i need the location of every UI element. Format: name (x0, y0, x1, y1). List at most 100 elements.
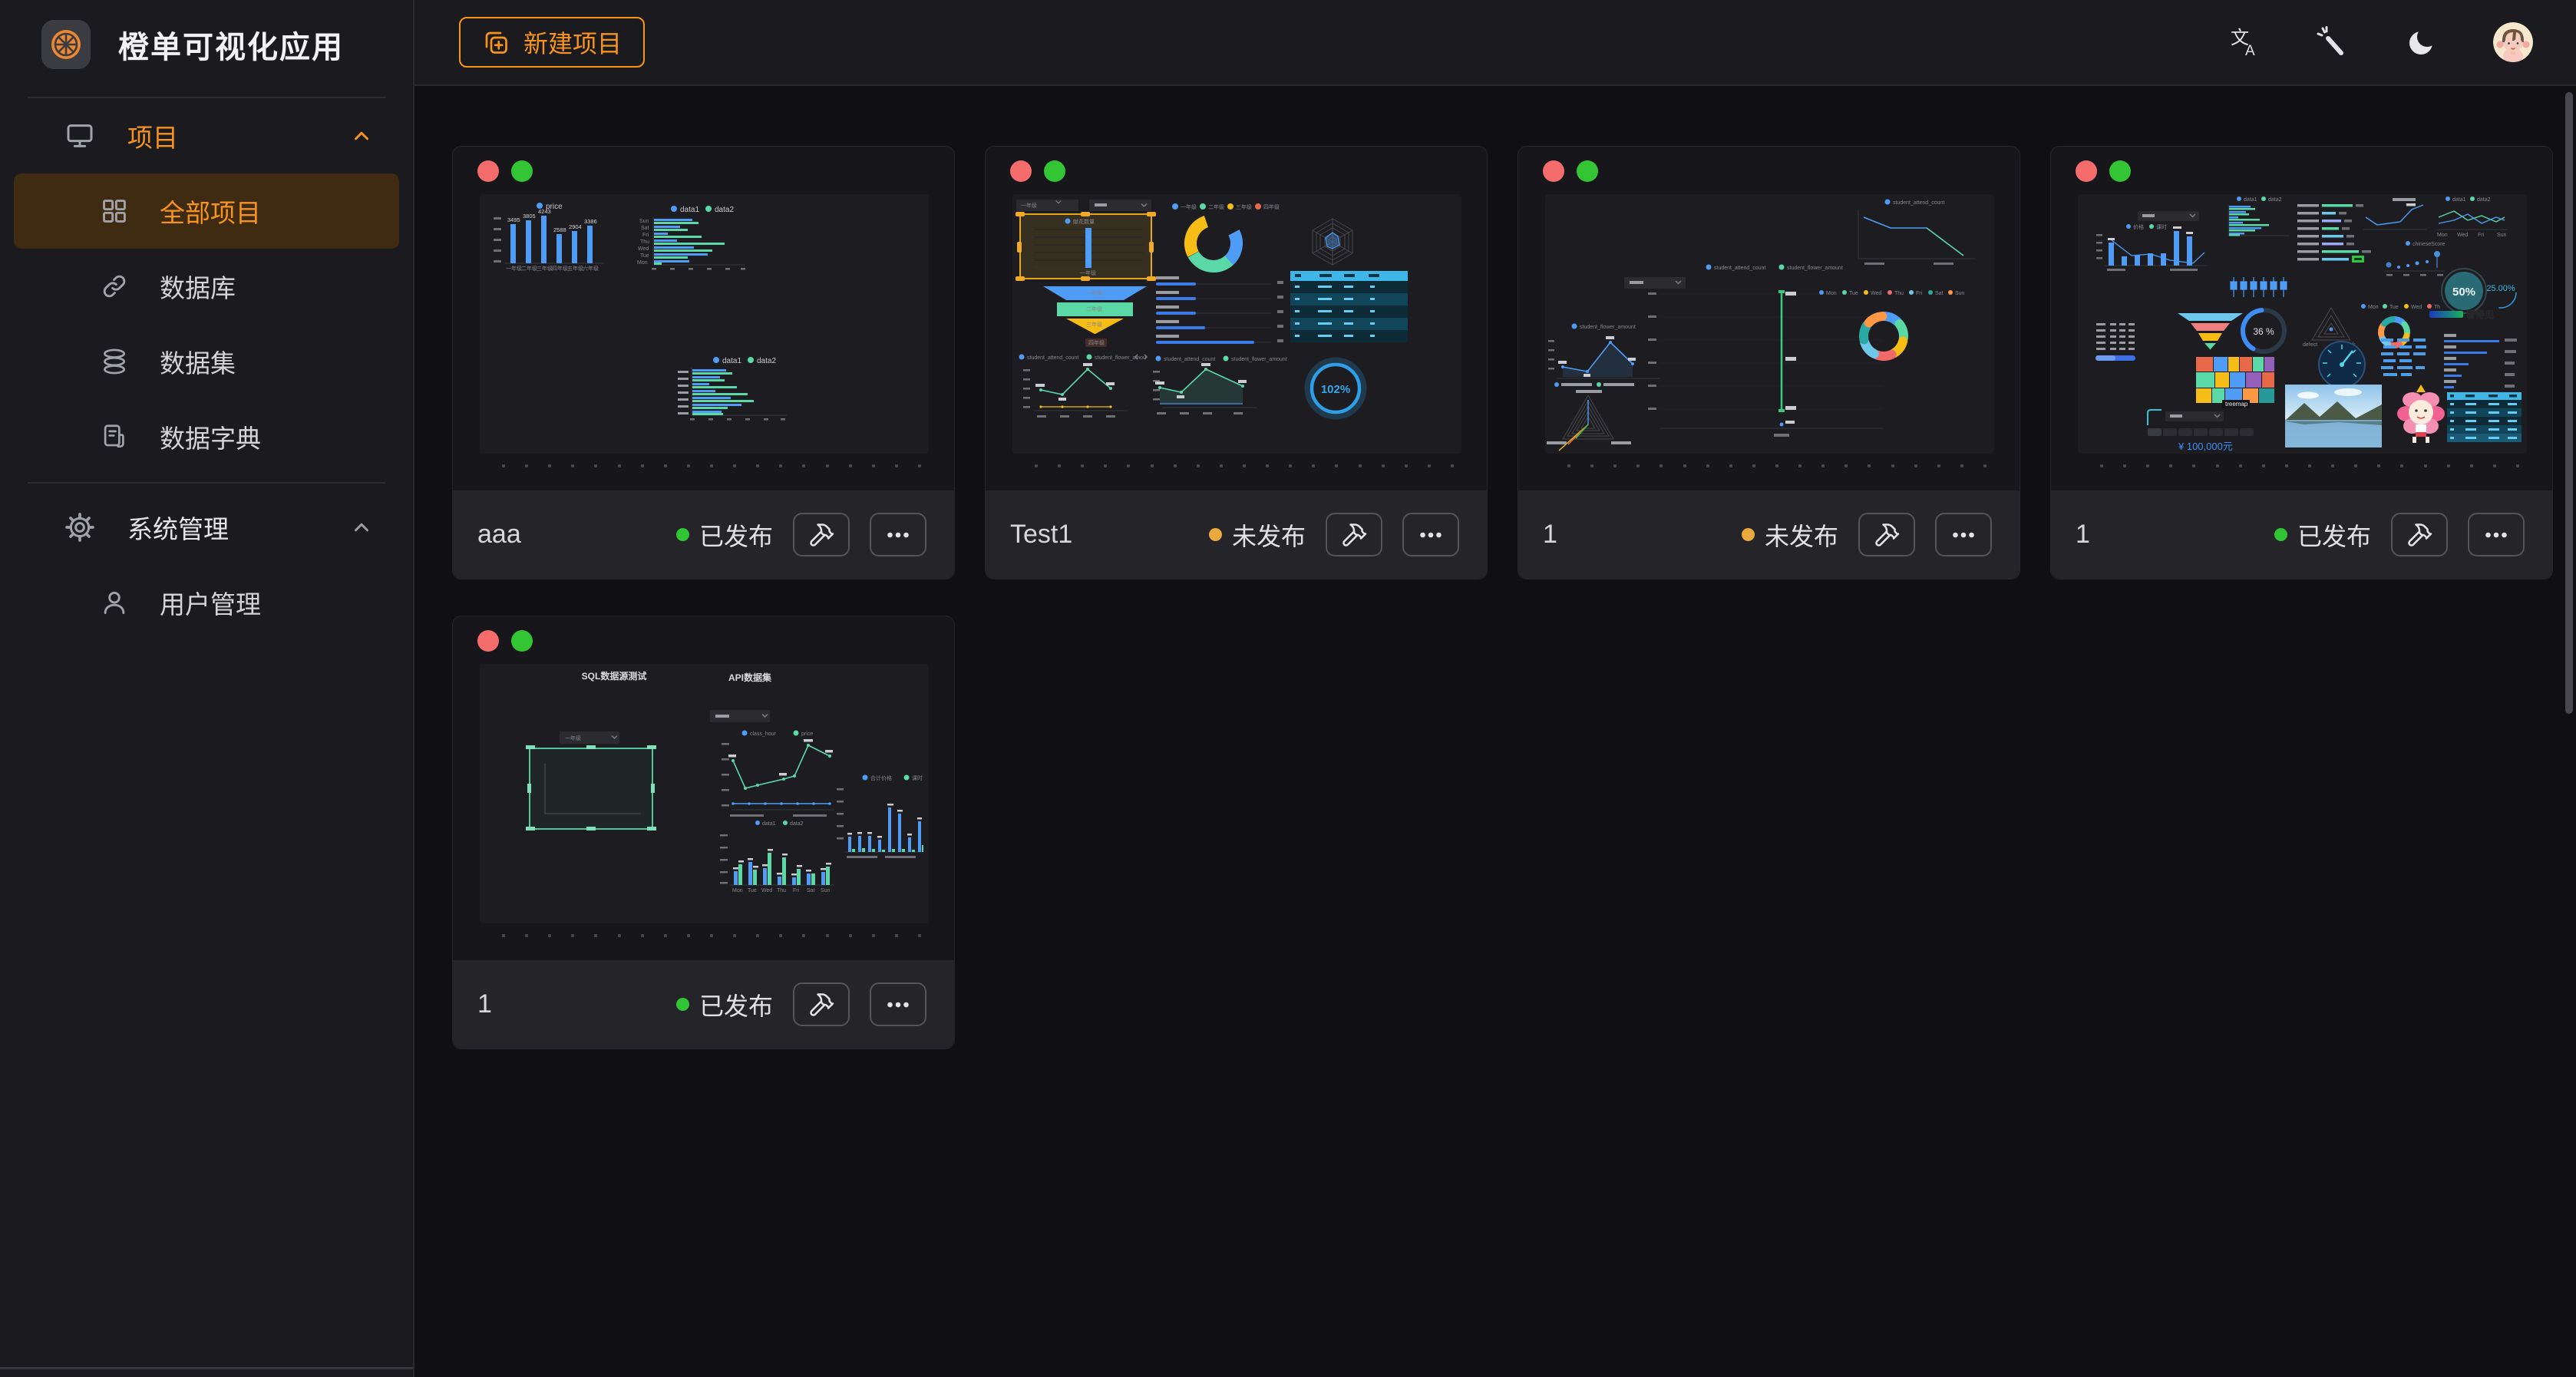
svg-text:一年级: 一年级 (506, 265, 522, 272)
project-list: price 3495 3805 4243 2588 2904 3386 一年级 (414, 88, 2576, 1377)
sidebar-item-dataset[interactable]: 数据集 (14, 324, 399, 399)
svg-text:六年级: 六年级 (583, 265, 599, 272)
user-icon (100, 588, 129, 617)
dashboard-preview-3: student_attend_count student_attend_coun… (1545, 194, 1994, 454)
avatar[interactable] (2493, 22, 2533, 62)
svg-text:student_attend_count: student_attend_count (1714, 266, 1765, 271)
svg-text:data1: data1 (2452, 197, 2466, 203)
sidebar-item-dictionary[interactable]: 数据字典 (14, 399, 399, 474)
status-badge: 未发布 (1742, 517, 1838, 553)
svg-text:五年级: 五年级 (567, 265, 583, 272)
svg-text:data2: data2 (757, 357, 776, 365)
build-button[interactable] (1858, 513, 1915, 556)
sidebar-divider (28, 482, 385, 484)
build-button[interactable] (793, 513, 850, 556)
ellipsis-icon (884, 521, 912, 549)
svg-text:一年级: 一年级 (1080, 269, 1096, 276)
green-dot (511, 160, 533, 182)
card-footer: 1 已发布 (453, 960, 954, 1048)
svg-text:4243: 4243 (538, 208, 551, 215)
svg-text:Fri: Fri (1916, 291, 1923, 296)
more-button[interactable] (2468, 513, 2525, 556)
svg-text:Wed: Wed (638, 246, 649, 252)
gear-icon (64, 512, 95, 543)
sidebar-item-label: 数据字典 (160, 418, 261, 455)
svg-text:data2: data2 (2268, 197, 2282, 203)
document-icon (100, 422, 129, 451)
more-button[interactable] (1402, 513, 1459, 556)
svg-text:Mon: Mon (732, 888, 743, 893)
svg-text:A: A (2245, 43, 2255, 59)
project-card[interactable]: student_attend_count student_attend_coun… (1518, 146, 2020, 580)
svg-text:Wed: Wed (2457, 233, 2468, 238)
more-button[interactable] (870, 982, 926, 1026)
sidebar-item-database[interactable]: 数据库 (14, 249, 399, 324)
sidebar-item-users[interactable]: 用户管理 (14, 565, 399, 640)
card-footer: aaa 已发布 (453, 490, 954, 579)
svg-text:data1: data1 (762, 821, 776, 827)
topbar-actions: 文A (2226, 22, 2533, 62)
project-thumbnail: 一年级 献花数量 一年级 一年级 二年级 三年级 (1012, 194, 1461, 454)
svg-text:class_hour: class_hour (750, 731, 777, 737)
svg-text:四年级: 四年级 (552, 265, 568, 272)
svg-text:课时: 课时 (2156, 223, 2167, 230)
thumb-pager-dots (1035, 464, 1454, 467)
svg-text:price: price (801, 731, 813, 737)
magic-wand-icon[interactable] (2315, 25, 2350, 60)
build-button[interactable] (1326, 513, 1382, 556)
project-card[interactable]: data1 data2 价格 课时 (2050, 146, 2553, 580)
more-button[interactable] (870, 513, 926, 556)
card-footer: Test1 未发布 (986, 490, 1487, 579)
thumb-pager-dots (502, 464, 921, 467)
grid-icon (100, 196, 129, 226)
project-thumbnail: price 3495 3805 4243 2588 2904 3386 一年级 (480, 194, 929, 454)
moon-icon[interactable] (2404, 25, 2439, 60)
svg-text:50%: 50% (2452, 286, 2475, 299)
svg-text:一年级: 一年级 (1021, 202, 1037, 209)
svg-text:Thu: Thu (640, 239, 649, 245)
svg-text:三年级: 三年级 (1086, 321, 1102, 328)
sidebar-horizontal-scrollbar[interactable] (0, 1367, 413, 1369)
sidebar-group-system[interactable]: 系统管理 (0, 490, 413, 565)
project-card[interactable]: 一年级 献花数量 一年级 一年级 二年级 三年级 (985, 146, 1488, 580)
svg-text:Sun: Sun (2497, 233, 2507, 238)
build-button[interactable] (793, 982, 850, 1026)
chevron-up-icon (350, 124, 373, 147)
svg-text:Sun: Sun (821, 888, 831, 893)
content-vertical-scrollbar-thumb[interactable] (2565, 92, 2573, 714)
svg-text:data1: data1 (722, 357, 741, 365)
sidebar-item-all-projects[interactable]: 全部项目 (14, 173, 399, 249)
svg-text:data1: data1 (680, 206, 699, 214)
sidebar-group-projects[interactable]: 项目 (0, 98, 413, 173)
language-icon[interactable]: 文A (2226, 25, 2261, 60)
more-button[interactable] (1935, 513, 1992, 556)
ellipsis-icon (1950, 521, 1977, 549)
hammer-icon (807, 521, 835, 549)
project-card[interactable]: SQL数据源测试 API数据集 一年级 class_hour price (452, 616, 955, 1049)
card-footer: 1 已发布 (2051, 490, 2552, 579)
svg-text:25.00%: 25.00% (2486, 284, 2515, 293)
green-dot (1577, 160, 1598, 182)
green-dot (1044, 160, 1065, 182)
svg-text:Mon: Mon (2437, 233, 2448, 238)
dashboard-preview-aaa: price 3495 3805 4243 2588 2904 3386 一年级 (480, 194, 929, 454)
svg-text:SQL数据源测试: SQL数据源测试 (582, 670, 647, 682)
svg-text:student_flower_amount: student_flower_amount (1231, 357, 1287, 362)
sidebar: 橙单可视化应用 项目 全部项目 数据库 数据集 数据字典 系统管理 (0, 0, 414, 1377)
project-card[interactable]: price 3495 3805 4243 2588 2904 3386 一年级 (452, 146, 955, 580)
project-name: Test1 (1010, 520, 1209, 550)
status-badge: 未发布 (1209, 517, 1306, 553)
project-name: 1 (2076, 520, 2274, 550)
new-project-button[interactable]: 新建项目 (459, 17, 645, 68)
svg-text:Sat: Sat (807, 888, 815, 893)
svg-text:四年级: 四年级 (1263, 203, 1280, 210)
card-footer: 1 未发布 (1518, 490, 2020, 579)
build-button[interactable] (2391, 513, 2448, 556)
svg-text:student_flower_amount: student_flower_amount (1580, 325, 1636, 330)
svg-text:data1: data1 (2244, 197, 2257, 203)
hammer-icon (1873, 521, 1901, 549)
svg-text:Tue: Tue (640, 253, 649, 259)
svg-text:三年级: 三年级 (537, 265, 553, 272)
svg-text:3495: 3495 (507, 216, 520, 223)
svg-text:2904: 2904 (569, 223, 582, 230)
